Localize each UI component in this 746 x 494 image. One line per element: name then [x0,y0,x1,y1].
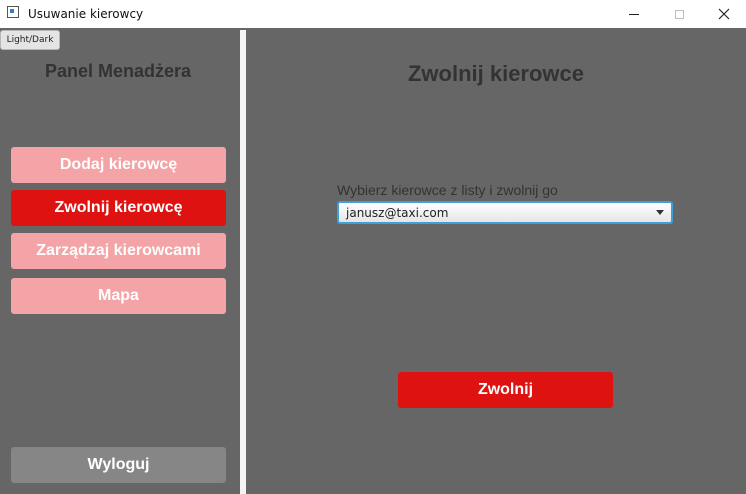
map-button[interactable]: Mapa [11,278,226,314]
theme-toggle-button[interactable]: Light/Dark [0,30,60,50]
minimize-button[interactable] [611,0,657,28]
window-title: Usuwanie kierowcy [28,7,144,21]
add-driver-button[interactable]: Dodaj kierowcę [11,147,226,183]
sidebar-title: Panel Menadżera [44,61,192,81]
driver-select-value: janusz@taxi.com [346,206,449,220]
page-title: Zwolnij kierowce [407,61,585,86]
title-bar: Usuwanie kierowcy [0,0,746,28]
logout-button[interactable]: Wyloguj [11,447,226,483]
chevron-down-icon [656,210,664,215]
fire-driver-nav-button[interactable]: Zwolnij kierowcę [11,190,226,226]
close-button[interactable] [701,0,746,28]
fire-button[interactable]: Zwolnij [398,372,613,408]
panel-divider [240,30,246,494]
maximize-icon [674,9,684,19]
maximize-button[interactable] [656,0,702,28]
driver-select-label: Wybierz kierowce z listy i zwolnij go [337,182,558,198]
close-icon [718,8,730,20]
manage-drivers-button[interactable]: Zarządzaj kierowcami [11,233,226,269]
app-icon [7,6,19,18]
minimize-icon [629,13,639,15]
driver-select[interactable]: janusz@taxi.com [337,201,673,224]
